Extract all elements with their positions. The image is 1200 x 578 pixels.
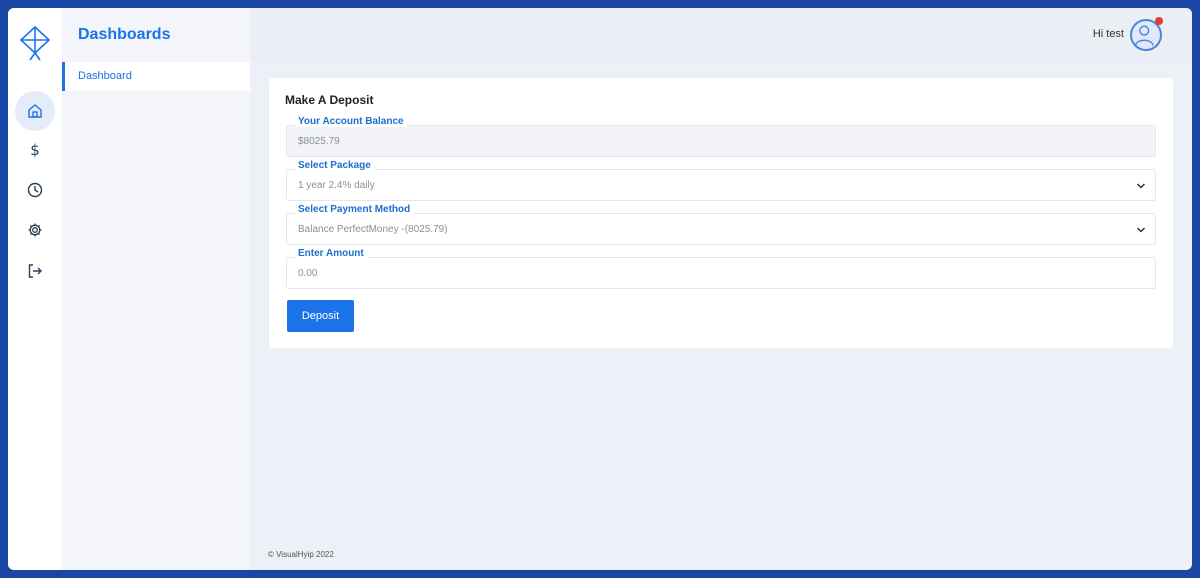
amount-input[interactable]: Enter Amount 0.00: [286, 248, 1156, 289]
notification-dot: [1155, 17, 1163, 25]
dollar-icon: $: [30, 141, 40, 159]
home-icon: [28, 104, 42, 118]
secondary-sidebar: Dashboards Dashboard: [62, 8, 250, 570]
deposit-button[interactable]: Deposit: [287, 300, 354, 332]
nav-home-button[interactable]: [15, 91, 55, 131]
field-value: $8025.79: [298, 136, 340, 147]
nav-deposit-button[interactable]: $: [15, 130, 55, 170]
sidebar-item-dashboard[interactable]: Dashboard: [62, 62, 250, 91]
deposit-card: Make A Deposit Your Account Balance $802…: [269, 78, 1173, 348]
field-value: Balance PerfectMoney -(8025.79): [298, 224, 448, 235]
logout-icon: [28, 264, 42, 278]
payment-method-select[interactable]: Select Payment Method Balance PerfectMon…: [286, 204, 1156, 245]
app-window: $ Dashboards Dashboard Hi test Make A De…: [8, 8, 1192, 570]
field-label: Select Payment Method: [295, 204, 414, 215]
field-value: 0.00: [298, 268, 318, 279]
chevron-down-icon: [1136, 183, 1146, 189]
footer-copyright: © VisualHyip 2022: [268, 550, 334, 559]
top-bar: Hi test: [250, 8, 1192, 62]
nav-history-button[interactable]: [15, 170, 55, 210]
kite-logo-icon[interactable]: [19, 25, 51, 61]
card-title: Make A Deposit: [285, 93, 374, 107]
field-label: Your Account Balance: [295, 116, 407, 127]
chevron-down-icon: [1136, 227, 1146, 233]
account-balance-field: Your Account Balance $8025.79: [286, 116, 1156, 157]
user-icon: [1134, 25, 1154, 46]
clock-icon: [27, 182, 43, 198]
icon-rail: $: [8, 8, 62, 570]
nav-settings-button[interactable]: [15, 210, 55, 250]
sidebar-title: Dashboards: [78, 26, 171, 43]
field-label: Select Package: [295, 160, 374, 171]
nav-logout-button[interactable]: [15, 251, 55, 291]
field-label: Enter Amount: [295, 248, 367, 259]
package-select[interactable]: Select Package 1 year 2.4% daily: [286, 160, 1156, 201]
gear-icon: [28, 223, 42, 237]
user-greeting: Hi test: [1092, 28, 1124, 40]
field-value: 1 year 2.4% daily: [298, 180, 375, 191]
